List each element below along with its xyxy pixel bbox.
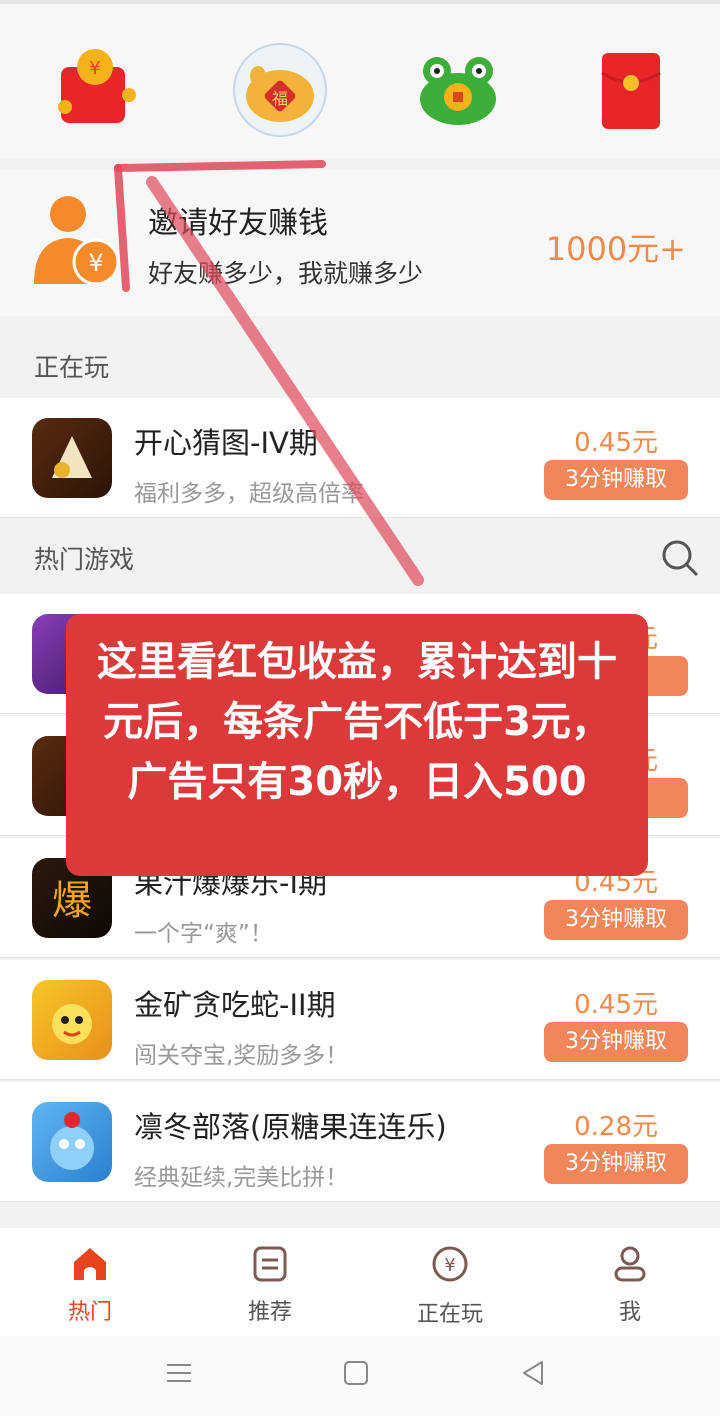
menu-icon[interactable] — [164, 1358, 194, 1388]
game-row[interactable]: 凛冬部落(原糖果连连乐) 经典延续,完美比拼！ 0.28元 3分钟赚取 — [0, 1082, 720, 1202]
snake-game-icon — [32, 980, 112, 1060]
earn-button[interactable]: 3分钟赚取 — [544, 900, 688, 940]
home-square-icon[interactable] — [341, 1358, 371, 1388]
game-price: 0.28元 — [574, 1112, 658, 1142]
nav-label-recommend: 推荐 — [247, 1300, 292, 1325]
nav-label-hot: 热门 — [67, 1300, 112, 1325]
nav-item-playing[interactable]: ¥ 正在玩 — [390, 1238, 510, 1328]
svg-text:¥: ¥ — [444, 1255, 455, 1276]
bottom-nav: 热门 推荐 ¥ 正在玩 我 — [0, 1228, 720, 1336]
nav-item-me[interactable]: 我 — [570, 1238, 690, 1328]
game-row[interactable]: 金矿贪吃蛇-II期 闯关夺宝,奖励多多！ 0.45元 3分钟赚取 — [0, 960, 720, 1080]
earn-button[interactable]: 3分钟赚取 — [544, 1022, 688, 1062]
system-nav-bar — [0, 1336, 720, 1416]
yuan-coin-icon: ¥ — [432, 1246, 468, 1282]
promo-overlay-text: 这里看红包收益，累计达到十元后，每条广告不低于3元，广告只有30秒，日入500 — [66, 614, 648, 876]
game-name: 凛冬部落(原糖果连连乐) — [134, 1110, 447, 1144]
nav-label-playing: 正在玩 — [416, 1302, 483, 1327]
nav-label-me: 我 — [618, 1300, 641, 1325]
nav-item-recommend[interactable]: 推荐 — [210, 1238, 330, 1328]
nav-item-hot[interactable]: 热门 — [30, 1238, 150, 1328]
annotation-arrow — [114, 160, 424, 586]
svg-text:爆: 爆 — [52, 878, 92, 924]
game-price: 0.45元 — [574, 990, 658, 1020]
game-desc: 经典延续,完美比拼！ — [134, 1165, 349, 1191]
profile-icon — [614, 1246, 646, 1282]
earn-button[interactable]: 3分钟赚取 — [544, 1144, 688, 1184]
tribe-game-icon — [32, 1102, 112, 1182]
list-icon — [253, 1246, 287, 1282]
game-name: 金矿贪吃蛇-II期 — [134, 988, 336, 1022]
game-desc: 一个字“爽”！ — [134, 921, 273, 947]
game-desc: 闯关夺宝,奖励多多！ — [134, 1043, 349, 1069]
home-icon — [74, 1248, 106, 1280]
back-icon[interactable] — [518, 1358, 548, 1388]
